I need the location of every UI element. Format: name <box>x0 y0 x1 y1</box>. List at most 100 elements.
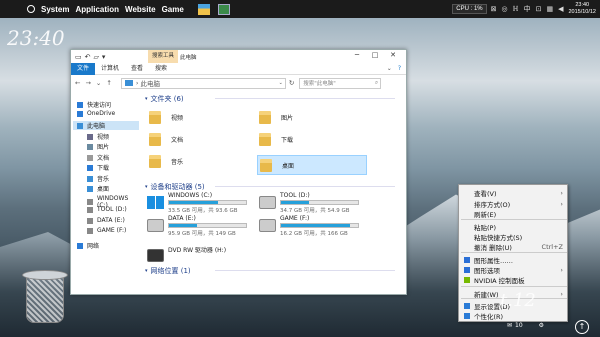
menu-game[interactable]: Game <box>162 5 184 14</box>
nav-item[interactable]: GAME (F:) <box>87 227 126 234</box>
drive-usage-fill <box>169 201 219 204</box>
tray-clock[interactable]: 23:40 2015/10/12 <box>568 2 596 16</box>
drive-usage-bar <box>168 223 247 228</box>
recent-dropdown-icon[interactable]: ⌄ <box>96 79 101 87</box>
devices-group-header[interactable]: ▾ 设备和驱动器 (5) <box>145 182 395 192</box>
nav-item-label: 网络 <box>87 243 100 250</box>
up-icon[interactable]: ↑ <box>106 79 111 87</box>
folders-group-header[interactable]: ▾ 文件夹 (6) <box>145 94 395 104</box>
address-text: 此电脑 <box>140 80 160 88</box>
nav-item-icon <box>77 242 83 249</box>
context-menu-item[interactable]: 图形选项 › <box>459 265 569 275</box>
tab-computer[interactable]: 计算机 <box>95 63 125 75</box>
nav-item[interactable]: 音乐 <box>87 174 109 183</box>
menu-application[interactable]: Application <box>75 5 119 14</box>
folder-tile[interactable]: 音乐 <box>149 155 183 168</box>
tab-search[interactable]: 搜索 <box>149 63 173 75</box>
nav-item[interactable]: 图片 <box>87 142 109 151</box>
menu-system[interactable]: System <box>41 5 69 14</box>
tray-symbol-3[interactable]: ℍ <box>513 5 519 13</box>
qat-dropdown-icon[interactable]: ▾ <box>102 53 106 61</box>
nav-item-icon <box>87 199 93 205</box>
scroll-up-icon[interactable]: ↑ <box>575 320 589 334</box>
context-menu-item[interactable]: 个性化(R) <box>459 311 569 321</box>
drive-name: DVD RW 驱动器 (H:) <box>168 247 227 254</box>
nav-item[interactable]: DATA (E:) <box>87 217 125 224</box>
folder-tile[interactable]: 视频 <box>149 111 183 124</box>
close-icon[interactable]: ✕ <box>384 51 402 59</box>
minimize-icon[interactable]: ─ <box>348 51 366 59</box>
context-menu-item[interactable]: 粘贴(P) <box>459 222 569 232</box>
ime-indicator[interactable]: 中 <box>524 4 531 14</box>
tab-file[interactable]: 文件 <box>71 62 96 75</box>
window-titlebar[interactable]: ▭ ↶ ▱ ▾ 搜索工具 此电脑 ─ □ ✕ <box>71 50 406 63</box>
menu-website[interactable]: Website <box>125 5 156 14</box>
context-menu-item[interactable]: 排序方式(O) › <box>459 199 569 209</box>
context-menu-item[interactable]: 粘贴快捷方式(S) <box>459 232 569 242</box>
ribbon-expand-icon[interactable]: ⌄ <box>387 65 392 72</box>
search-box[interactable]: 搜索"此电脑" ⌕ <box>299 77 382 89</box>
nav-item[interactable]: 文档 <box>87 153 109 162</box>
nav-item-label: 文档 <box>97 155 110 162</box>
nav-item[interactable]: 快速访问 <box>77 100 111 109</box>
nav-item[interactable]: 桌面 <box>87 184 109 193</box>
content-area: ▾ 文件夹 (6) 视频 图片文档 下载音乐 桌面 ▾ 设备和驱动器 (5) WINDOWS (… <box>143 91 405 296</box>
recycle-bin-icon[interactable] <box>22 270 68 324</box>
drive-tile[interactable]: GAME (F:) 16.2 GB 可用，共 166 GB <box>259 215 359 237</box>
nav-item[interactable]: TOOL (D:) <box>87 206 127 213</box>
tray-symbol-1[interactable]: ⊠ <box>491 5 497 13</box>
drive-tile[interactable]: TOOL (D:) 34.7 GB 可用，共 54.9 GB <box>259 192 359 214</box>
start-ring-icon[interactable] <box>27 5 35 13</box>
menu-item-label: 个性化(R) <box>474 313 504 321</box>
nav-item-label: 音乐 <box>97 176 110 183</box>
context-menu-item[interactable]: NVIDIA 控制面板 <box>459 275 569 285</box>
maximize-icon[interactable]: □ <box>366 51 384 59</box>
drive-usage-fill <box>281 201 310 204</box>
address-dropdown-icon[interactable]: ⌄ <box>279 80 283 86</box>
drive-usage-bar <box>280 223 359 228</box>
folder-tile[interactable]: 文档 <box>149 133 183 146</box>
folder-icon <box>259 111 271 124</box>
explorer-taskbar-icon[interactable] <box>197 3 210 15</box>
settings-icon[interactable]: ⚙ <box>539 322 544 329</box>
drive-tile[interactable]: DVD RW 驱动器 (H:) <box>147 245 226 262</box>
tray-symbol-2[interactable]: ◎ <box>502 5 508 13</box>
drive-tile[interactable]: WINDOWS (C:) 33.5 GB 可用，共 93.6 GB <box>147 192 247 214</box>
address-bar[interactable]: › 此电脑 ⌄ <box>120 77 286 89</box>
mail-icon[interactable]: ✉ <box>507 322 512 329</box>
context-menu-item[interactable]: 图形属性…… <box>459 255 569 265</box>
context-menu-item[interactable]: 查看(V) › <box>459 188 569 198</box>
folder-tile[interactable]: 桌面 <box>257 155 367 175</box>
nav-item[interactable]: 网络 <box>77 241 99 250</box>
drive-tile[interactable]: DATA (E:) 95.9 GB 可用，共 149 GB <box>147 215 247 237</box>
tray-time: 23:40 <box>575 2 590 8</box>
refresh-icon[interactable]: ↻ <box>289 79 294 87</box>
nav-item[interactable]: OneDrive <box>77 110 115 117</box>
folder-tile[interactable]: 下载 <box>259 133 293 146</box>
context-menu-item[interactable]: 撤消 删除(U) Ctrl+Z <box>459 242 569 252</box>
menu-item-icon <box>464 277 470 283</box>
group-divider <box>215 186 395 187</box>
tray-symbol-5[interactable]: ⊡ <box>536 5 542 13</box>
tab-view[interactable]: 查看 <box>125 63 149 75</box>
notification-count[interactable]: 10 <box>515 322 523 329</box>
app-taskbar-icon[interactable] <box>217 3 230 15</box>
nav-item-icon <box>77 122 83 129</box>
network-group-header[interactable]: ▾ 网络位置 (1) <box>145 266 395 276</box>
new-folder-icon[interactable]: ▱ <box>94 53 99 61</box>
tray-symbol-6[interactable]: ▦ <box>546 5 553 13</box>
forward-icon[interactable]: → <box>85 79 90 87</box>
back-icon[interactable]: ← <box>75 79 80 87</box>
menu-item-label: 粘贴(P) <box>474 224 496 232</box>
folder-tile[interactable]: 图片 <box>259 111 293 124</box>
help-icon[interactable]: ? <box>398 65 401 72</box>
nav-item[interactable]: 下载 <box>87 163 109 172</box>
search-tools-tab[interactable]: 搜索工具 <box>148 50 179 63</box>
undo-icon[interactable]: ↶ <box>85 53 91 61</box>
nav-item-icon <box>87 206 93 213</box>
nav-item[interactable]: 此电脑 <box>73 121 139 130</box>
context-menu-item[interactable]: 刷新(E) <box>459 209 569 219</box>
properties-icon[interactable]: ▭ <box>75 53 82 61</box>
volume-icon[interactable]: ◀ <box>558 5 563 13</box>
nav-item[interactable]: 视频 <box>87 132 109 141</box>
